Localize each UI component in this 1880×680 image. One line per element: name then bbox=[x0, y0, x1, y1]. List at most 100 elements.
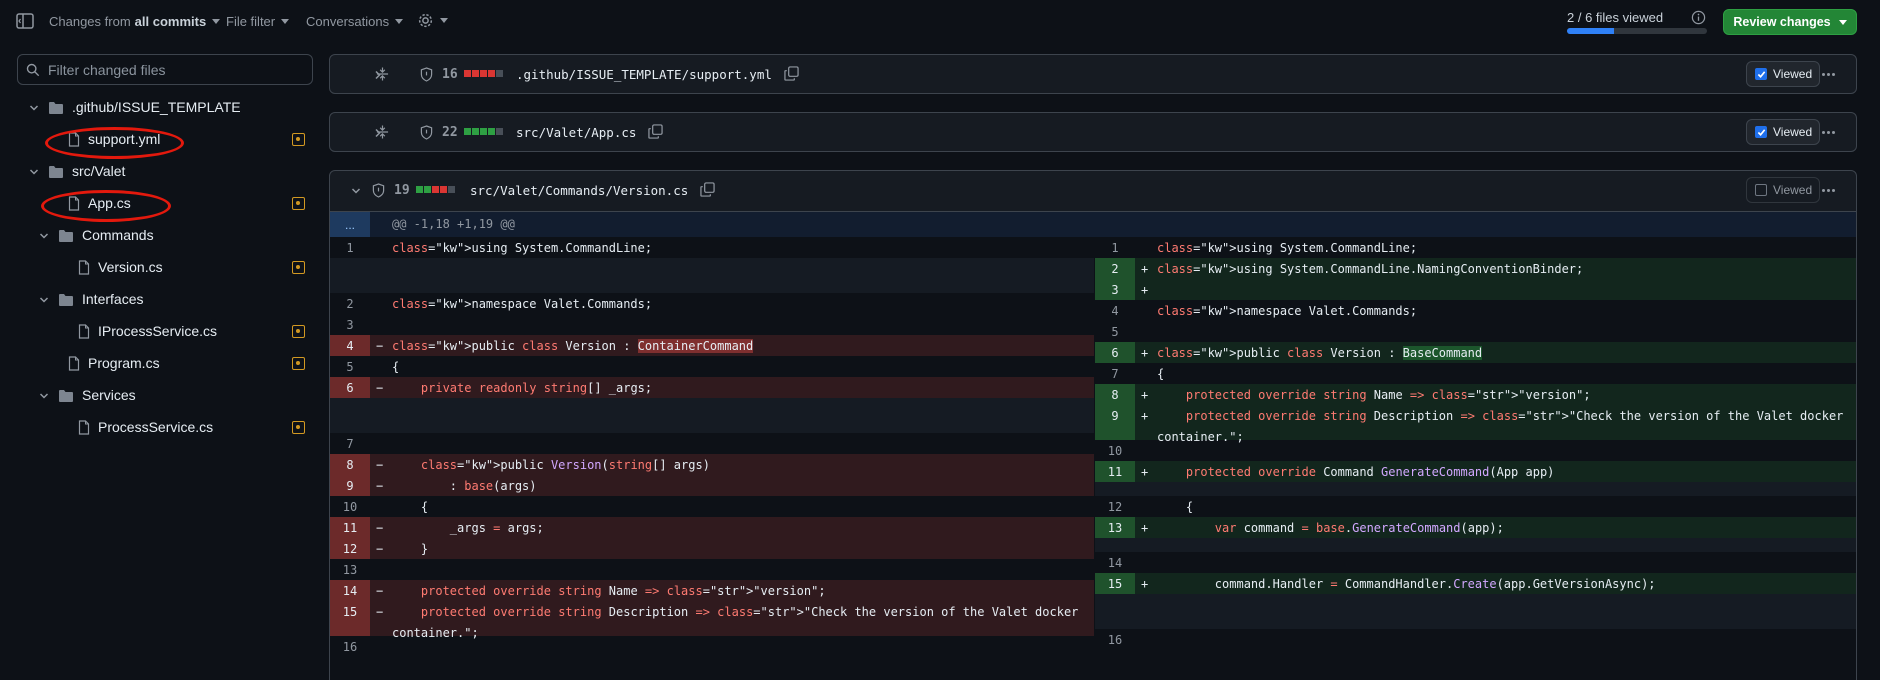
line-number[interactable]: 7 bbox=[1095, 363, 1135, 384]
settings-dropdown[interactable] bbox=[417, 12, 448, 29]
tree-file[interactable]: Version.cs bbox=[0, 255, 320, 281]
expand-hunk-button[interactable]: ... bbox=[330, 212, 370, 237]
viewed-toggle[interactable]: Viewed bbox=[1746, 119, 1820, 145]
conversations-dropdown[interactable]: Conversations bbox=[306, 14, 404, 29]
diff-table: ... @@ -1,18 +1,19 @@ 1 class="kw">using … bbox=[329, 212, 1857, 680]
line-number[interactable]: 5 bbox=[1095, 321, 1135, 342]
line-number[interactable]: 10 bbox=[1095, 440, 1135, 461]
line-number[interactable]: 14 bbox=[330, 580, 370, 601]
line-number[interactable]: 13 bbox=[1095, 517, 1135, 538]
sidebar-toggle-icon[interactable] bbox=[16, 13, 34, 29]
tree-file[interactable]: App.cs bbox=[0, 191, 320, 217]
line-number[interactable]: 3 bbox=[1095, 279, 1135, 300]
viewed-checkbox[interactable] bbox=[1755, 126, 1767, 138]
more-options-icon[interactable] bbox=[1822, 189, 1835, 192]
filter-files-input[interactable] bbox=[48, 61, 298, 78]
filter-files-field[interactable] bbox=[17, 54, 313, 85]
tree-file[interactable]: support.yml bbox=[0, 127, 320, 153]
review-changes-button[interactable]: Review changes bbox=[1723, 9, 1857, 35]
chevron-down-icon[interactable] bbox=[38, 294, 50, 306]
tree-file[interactable]: Program.cs bbox=[0, 351, 320, 377]
line-number[interactable] bbox=[330, 398, 370, 433]
line-number[interactable]: 6 bbox=[330, 377, 370, 398]
chevron-down-icon[interactable] bbox=[350, 185, 362, 197]
chevron-down-icon[interactable] bbox=[28, 166, 40, 178]
diff-line: 1 class="kw">using System.CommandLine; bbox=[330, 237, 1094, 258]
line-number[interactable]: 11 bbox=[330, 517, 370, 538]
chevron-down-icon[interactable] bbox=[38, 390, 50, 402]
line-number[interactable]: 14 bbox=[1095, 552, 1135, 573]
commits-range-dropdown[interactable]: Changes from all commits bbox=[49, 14, 221, 29]
copy-icon[interactable] bbox=[700, 182, 716, 197]
diff-marker: − bbox=[376, 339, 384, 353]
line-number[interactable]: 10 bbox=[330, 496, 370, 517]
more-options-icon[interactable] bbox=[1822, 131, 1835, 134]
folder-icon bbox=[59, 230, 73, 242]
code-line: private readonly string[] _args; bbox=[420, 381, 653, 395]
line-number[interactable]: 7 bbox=[330, 433, 370, 454]
tree-folder[interactable]: Services bbox=[0, 383, 320, 409]
file-filter-dropdown[interactable]: File filter bbox=[226, 14, 290, 29]
diff-marker: + bbox=[1141, 577, 1149, 591]
line-number[interactable]: 1 bbox=[330, 237, 370, 258]
tree-folder[interactable]: src/Valet bbox=[0, 159, 320, 185]
folder-icon bbox=[59, 294, 73, 306]
file-modified-icon bbox=[292, 357, 305, 370]
expand-all-icon[interactable] bbox=[376, 66, 389, 82]
tree-folder[interactable]: Commands bbox=[0, 223, 320, 249]
line-number[interactable]: 9 bbox=[330, 475, 370, 496]
line-number[interactable]: 1 bbox=[1095, 237, 1135, 258]
line-number[interactable]: 12 bbox=[1095, 496, 1135, 517]
tree-folder[interactable]: .github/ISSUE_TEMPLATE bbox=[0, 95, 320, 121]
chevron-down-icon[interactable] bbox=[38, 230, 50, 242]
file-name: src/Valet/App.cs bbox=[516, 125, 637, 140]
diff-line: 8 + protected override string Name => cla… bbox=[1095, 384, 1856, 405]
line-number[interactable]: 15 bbox=[1095, 573, 1135, 594]
file-name: .github/ISSUE_TEMPLATE/support.yml bbox=[516, 67, 772, 82]
line-number[interactable]: 2 bbox=[330, 293, 370, 314]
copy-icon[interactable] bbox=[784, 66, 800, 81]
line-number[interactable]: 6 bbox=[1095, 342, 1135, 363]
line-number[interactable] bbox=[1095, 482, 1135, 496]
line-number[interactable]: 16 bbox=[1095, 629, 1135, 650]
line-number[interactable] bbox=[1095, 538, 1135, 552]
line-number[interactable]: 8 bbox=[1095, 384, 1135, 405]
tree-folder[interactable]: Interfaces bbox=[0, 287, 320, 313]
line-number[interactable] bbox=[330, 258, 370, 293]
hunk-header-text: @@ -1,18 +1,19 @@ bbox=[392, 217, 515, 231]
expand-all-icon[interactable] bbox=[376, 124, 389, 140]
info-icon[interactable] bbox=[1691, 10, 1706, 25]
viewed-toggle[interactable]: Viewed bbox=[1746, 177, 1820, 203]
more-options-icon[interactable] bbox=[1822, 73, 1835, 76]
diff-line: 15− protected override string Descriptio… bbox=[330, 601, 1094, 640]
diff-marker: − bbox=[376, 584, 384, 598]
line-number[interactable]: 2 bbox=[1095, 258, 1135, 279]
line-number[interactable]: 16 bbox=[330, 636, 370, 657]
line-number[interactable]: 9 bbox=[1095, 405, 1135, 440]
diff-marker: − bbox=[376, 542, 384, 556]
viewed-toggle[interactable]: Viewed bbox=[1746, 61, 1820, 87]
line-number[interactable]: 8 bbox=[330, 454, 370, 475]
line-number[interactable]: 15 bbox=[330, 601, 370, 636]
line-number[interactable] bbox=[1095, 594, 1135, 629]
line-number[interactable]: 5 bbox=[330, 356, 370, 377]
line-number[interactable]: 11 bbox=[1095, 461, 1135, 482]
chevron-down-icon bbox=[440, 18, 448, 23]
line-number[interactable]: 13 bbox=[330, 559, 370, 580]
code-line: protected override Command GenerateComma… bbox=[1185, 465, 1555, 479]
line-number[interactable]: 4 bbox=[1095, 300, 1135, 321]
line-number[interactable]: 12 bbox=[330, 538, 370, 559]
chevron-down-icon[interactable] bbox=[28, 102, 40, 114]
copy-icon[interactable] bbox=[647, 124, 663, 139]
shield-icon bbox=[420, 125, 433, 140]
line-number[interactable]: 3 bbox=[330, 314, 370, 335]
tree-file[interactable]: IProcessService.cs bbox=[0, 319, 320, 345]
tree-file[interactable]: ProcessService.cs bbox=[0, 415, 320, 441]
hunk-header: ... @@ -1,18 +1,19 @@ bbox=[330, 212, 1856, 237]
diffstat bbox=[416, 186, 456, 193]
viewed-checkbox[interactable] bbox=[1755, 184, 1767, 196]
line-number[interactable]: 4 bbox=[330, 335, 370, 356]
diff-line: 6 + class="kw">public class Version : Base… bbox=[1095, 342, 1856, 363]
diff-line: 9− : base(args) bbox=[330, 475, 1094, 496]
viewed-checkbox[interactable] bbox=[1755, 68, 1767, 80]
